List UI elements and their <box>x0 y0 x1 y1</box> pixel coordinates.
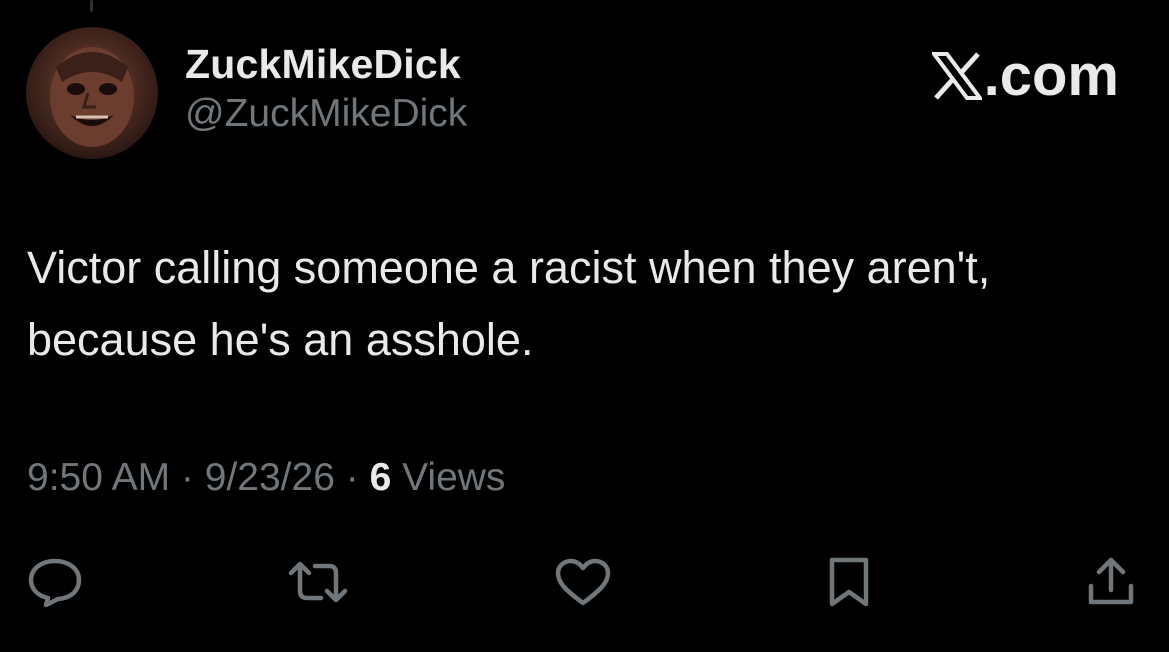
tweet-metadata: 9:50 AM · 9/23/26 · 6 Views <box>27 452 505 504</box>
like-icon <box>554 557 612 607</box>
user-handle[interactable]: @ZuckMikeDick <box>185 88 467 140</box>
brand-watermark: .com <box>931 43 1119 108</box>
repost-icon <box>287 559 349 605</box>
brand-domain-suffix: .com <box>983 43 1119 108</box>
reply-button[interactable] <box>27 555 83 609</box>
like-button[interactable] <box>555 555 611 609</box>
meta-separator: · <box>170 456 205 499</box>
display-name[interactable]: ZuckMikeDick <box>185 40 467 88</box>
views-count: 6 <box>369 456 392 499</box>
x-logo-icon <box>931 52 982 100</box>
views-label: Views <box>402 456 506 499</box>
tweet-date[interactable]: 9/23/26 <box>205 456 335 499</box>
repost-button[interactable] <box>287 555 349 609</box>
reply-icon <box>27 557 83 607</box>
avatar-image <box>50 47 134 147</box>
share-icon <box>1086 556 1136 608</box>
thread-connector-line <box>90 0 93 12</box>
bookmark-button[interactable] <box>821 555 877 609</box>
tweet-time[interactable]: 9:50 AM <box>27 456 170 499</box>
avatar[interactable] <box>26 27 158 159</box>
share-button[interactable] <box>1083 555 1139 609</box>
bookmark-icon <box>826 556 872 608</box>
meta-separator: · <box>334 456 370 499</box>
user-info: ZuckMikeDick @ZuckMikeDick <box>185 40 467 140</box>
tweet-text: Victor calling someone a racist when the… <box>27 242 991 365</box>
